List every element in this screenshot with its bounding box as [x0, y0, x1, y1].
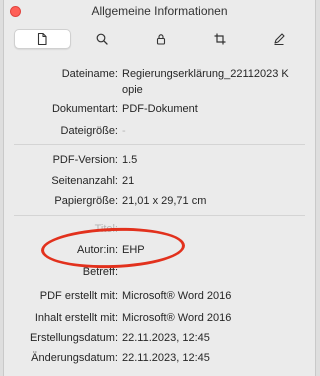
row-erstellungsdatum: Erstellungsdatum: 22.11.2023, 12:45 — [4, 332, 315, 348]
row-dateiname-cont: opie — [4, 84, 315, 100]
row-betreff: Betreff: — [4, 266, 315, 282]
dokumentart-value: PDF-Dokument — [122, 103, 198, 115]
tab-annotate[interactable] — [251, 29, 306, 49]
info-window: Allgemeine Informationen Dateiname: Regi… — [3, 0, 316, 376]
pdfversion-label: PDF-Version: — [52, 154, 118, 166]
row-dokumentart: Dokumentart: PDF-Dokument — [4, 103, 315, 119]
erstellungsdatum-value: 22.11.2023, 12:45 — [122, 332, 210, 344]
dateiname-label: Dateiname: — [61, 68, 118, 80]
dokumentart-label: Dokumentart: — [51, 103, 118, 115]
divider — [14, 144, 305, 145]
tab-search[interactable] — [75, 29, 130, 49]
tab-crop[interactable] — [192, 29, 247, 49]
papiergroesse-value: 21,01 x 29,71 cm — [122, 195, 207, 207]
aenderungsdatum-label: Änderungsdatum: — [31, 352, 118, 364]
window-title: Allgemeine Informationen — [91, 4, 228, 18]
dateigroesse-value: - — [122, 125, 126, 137]
pdf-erstellt-label: PDF erstellt mit: — [39, 290, 118, 302]
pdf-erstellt-value: Microsoft® Word 2016 — [122, 290, 232, 302]
row-papiergroesse: Papiergröße: 21,01 x 29,71 cm — [4, 195, 315, 211]
lock-icon — [156, 34, 166, 45]
inhalt-erstellt-value: Microsoft® Word 2016 — [122, 312, 232, 324]
dateigroesse-label: Dateigröße: — [60, 125, 118, 137]
crop-icon — [214, 33, 226, 45]
divider — [14, 215, 305, 216]
row-aenderungsdatum: Änderungsdatum: 22.11.2023, 12:45 — [4, 352, 315, 368]
seitenanzahl-value: 21 — [122, 175, 135, 187]
row-pdf-erstellt: PDF erstellt mit: Microsoft® Word 2016 — [4, 290, 315, 306]
title-bar: Allgemeine Informationen — [4, 0, 315, 22]
dateiname-value-cont: opie — [122, 84, 143, 96]
erstellungsdatum-label: Erstellungsdatum: — [29, 332, 118, 344]
document-icon — [38, 32, 47, 46]
papiergroesse-label: Papiergröße: — [54, 195, 118, 207]
search-icon — [96, 33, 108, 45]
dateiname-value: Regierungserklärung_22112023 K — [122, 68, 289, 80]
row-dateiname: Dateiname: Regierungserklärung_22112023 … — [4, 68, 315, 84]
seitenanzahl-label: Seitenanzahl: — [51, 175, 118, 187]
row-pdfversion: PDF-Version: 1.5 — [4, 154, 315, 170]
row-seitenanzahl: Seitenanzahl: 21 — [4, 175, 315, 191]
inspector-tabs — [14, 29, 306, 51]
tab-security[interactable] — [134, 29, 189, 49]
row-dateigroesse: Dateigröße: - — [4, 125, 315, 141]
row-inhalt-erstellt: Inhalt erstellt mit: Microsoft® Word 201… — [4, 312, 315, 328]
pdfversion-value: 1.5 — [122, 154, 138, 166]
tab-general[interactable] — [14, 29, 71, 49]
inhalt-erstellt-label: Inhalt erstellt mit: — [34, 312, 118, 324]
pencil-icon — [274, 33, 285, 46]
aenderungsdatum-value: 22.11.2023, 12:45 — [122, 352, 210, 364]
